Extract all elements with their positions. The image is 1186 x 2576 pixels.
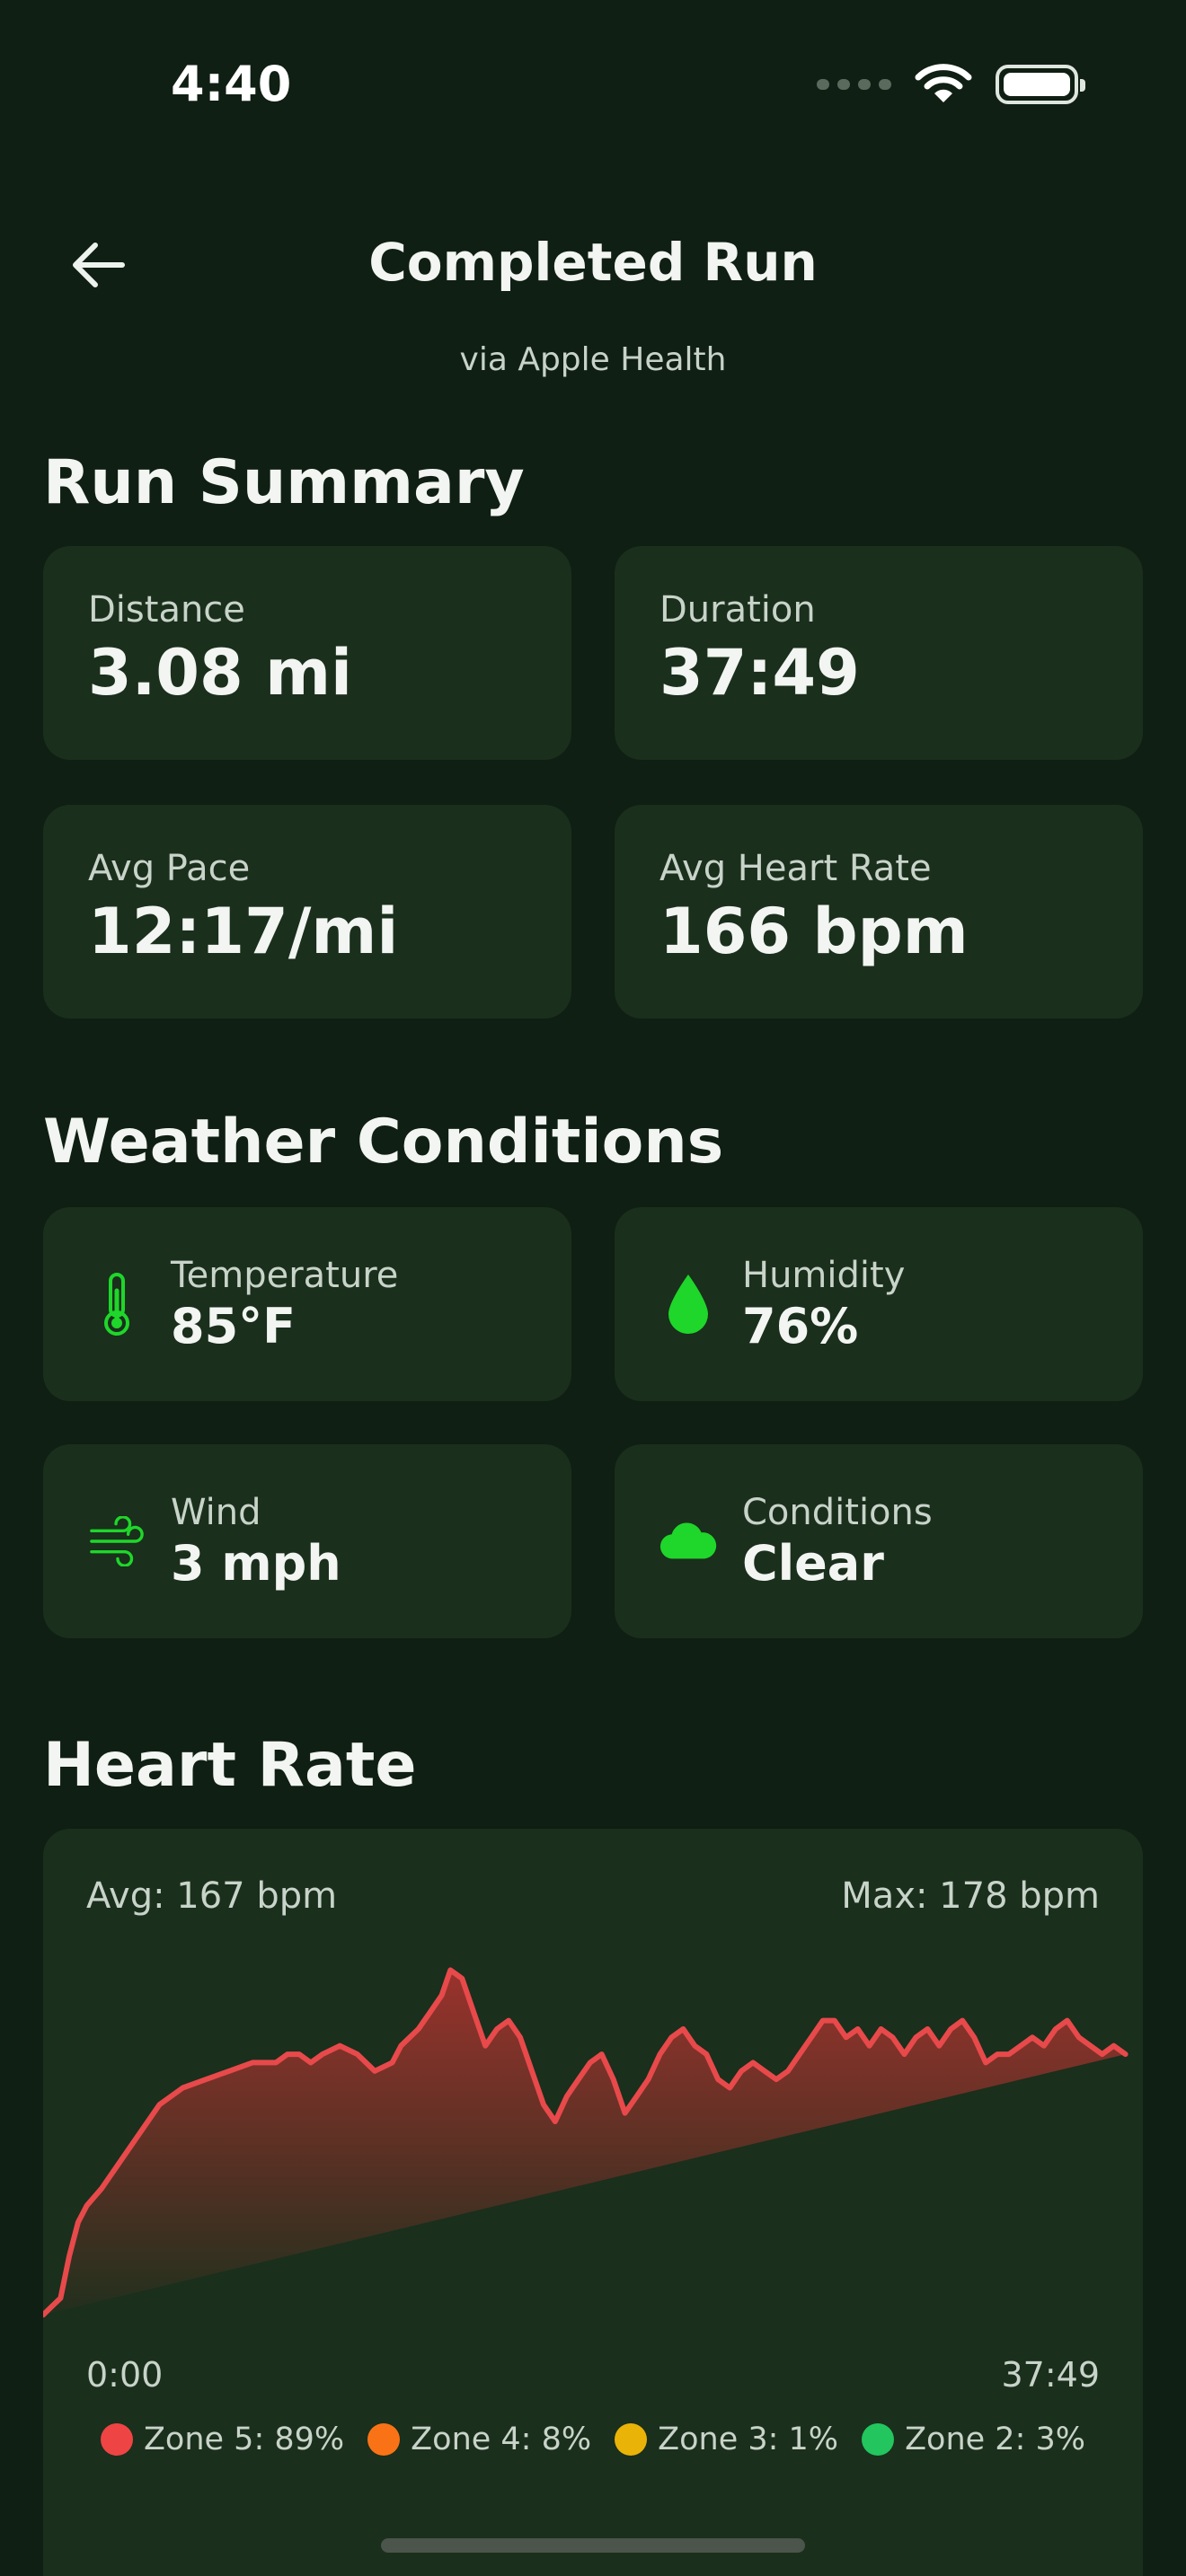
- stat-label: Avg Pace: [88, 848, 251, 889]
- weather-value: 85°F: [171, 1297, 296, 1354]
- weather-value: 76%: [742, 1297, 859, 1354]
- stat-value: 12:17/mi: [88, 895, 399, 968]
- droplet-icon: [659, 1268, 717, 1340]
- zone-legend: Zone 5: 89% Zone 4: 8% Zone 3: 1% Zone 2…: [43, 2422, 1143, 2457]
- stat-card-avg-pace: Avg Pace 12:17/mi: [43, 805, 571, 1019]
- weather-label: Conditions: [742, 1491, 933, 1533]
- weather-label: Humidity: [742, 1254, 906, 1296]
- zone-label: Zone 3: 1%: [658, 2422, 839, 2457]
- status-icons: [817, 63, 1085, 106]
- weather-card-temperature: Temperature 85°F: [43, 1207, 571, 1401]
- heart-rate-max: Max: 178 bpm: [841, 1875, 1100, 1917]
- screen: 4:40 Completed Run via Apple Health Run …: [0, 0, 1186, 2576]
- battery-icon: [996, 65, 1085, 104]
- weather-title: Weather Conditions: [43, 1107, 724, 1178]
- page-title: Completed Run: [368, 232, 818, 293]
- wind-icon: [88, 1505, 146, 1577]
- zone-4-dot-icon: [367, 2423, 401, 2456]
- zone-legend-item: Zone 5: 89%: [100, 2422, 345, 2457]
- weather-label: Temperature: [171, 1254, 399, 1296]
- status-time: 4:40: [171, 56, 292, 112]
- zone-legend-item: Zone 4: 8%: [367, 2422, 591, 2457]
- heart-rate-title: Heart Rate: [43, 1730, 417, 1801]
- zone-label: Zone 2: 3%: [905, 2422, 1086, 2457]
- stat-label: Distance: [88, 589, 245, 631]
- zone-label: Zone 4: 8%: [411, 2422, 592, 2457]
- heart-rate-start-time: 0:00: [86, 2355, 164, 2395]
- stat-label: Duration: [659, 589, 816, 631]
- stat-value: 166 bpm: [659, 895, 969, 968]
- weather-card-wind: Wind 3 mph: [43, 1444, 571, 1638]
- weather-card-humidity: Humidity 76%: [615, 1207, 1143, 1401]
- weather-card-conditions: Conditions Clear: [615, 1444, 1143, 1638]
- home-indicator[interactable]: [381, 2538, 805, 2553]
- stat-value: 37:49: [659, 636, 860, 710]
- zone-label: Zone 5: 89%: [143, 2422, 345, 2457]
- weather-value: Clear: [742, 1534, 884, 1592]
- thermometer-icon: [88, 1268, 146, 1340]
- run-summary-title: Run Summary: [43, 447, 525, 518]
- heart-rate-end-time: 37:49: [1001, 2355, 1100, 2395]
- zone-2-dot-icon: [862, 2423, 895, 2456]
- weather-label: Wind: [171, 1491, 261, 1533]
- heart-rate-card: Avg: 167 bpm Max: 178 bpm 0:00 37:49 Zon…: [43, 1829, 1143, 2576]
- zone-legend-item: Zone 2: 3%: [862, 2422, 1085, 2457]
- weather-value: 3 mph: [171, 1534, 341, 1592]
- stat-card-distance: Distance 3.08 mi: [43, 546, 571, 760]
- stat-card-avg-heart-rate: Avg Heart Rate 166 bpm: [615, 805, 1143, 1019]
- cellular-signal-icon: [817, 79, 891, 90]
- stat-value: 3.08 mi: [88, 636, 353, 710]
- heart-rate-avg: Avg: 167 bpm: [86, 1875, 338, 1917]
- zone-legend-item: Zone 3: 1%: [615, 2422, 838, 2457]
- zone-3-dot-icon: [615, 2423, 648, 2456]
- stat-card-duration: Duration 37:49: [615, 546, 1143, 760]
- cloud-icon: [659, 1505, 717, 1577]
- wifi-icon: [915, 64, 972, 102]
- stat-label: Avg Heart Rate: [659, 848, 932, 889]
- zone-5-dot-icon: [100, 2423, 133, 2456]
- page-subtitle: via Apple Health: [459, 341, 727, 378]
